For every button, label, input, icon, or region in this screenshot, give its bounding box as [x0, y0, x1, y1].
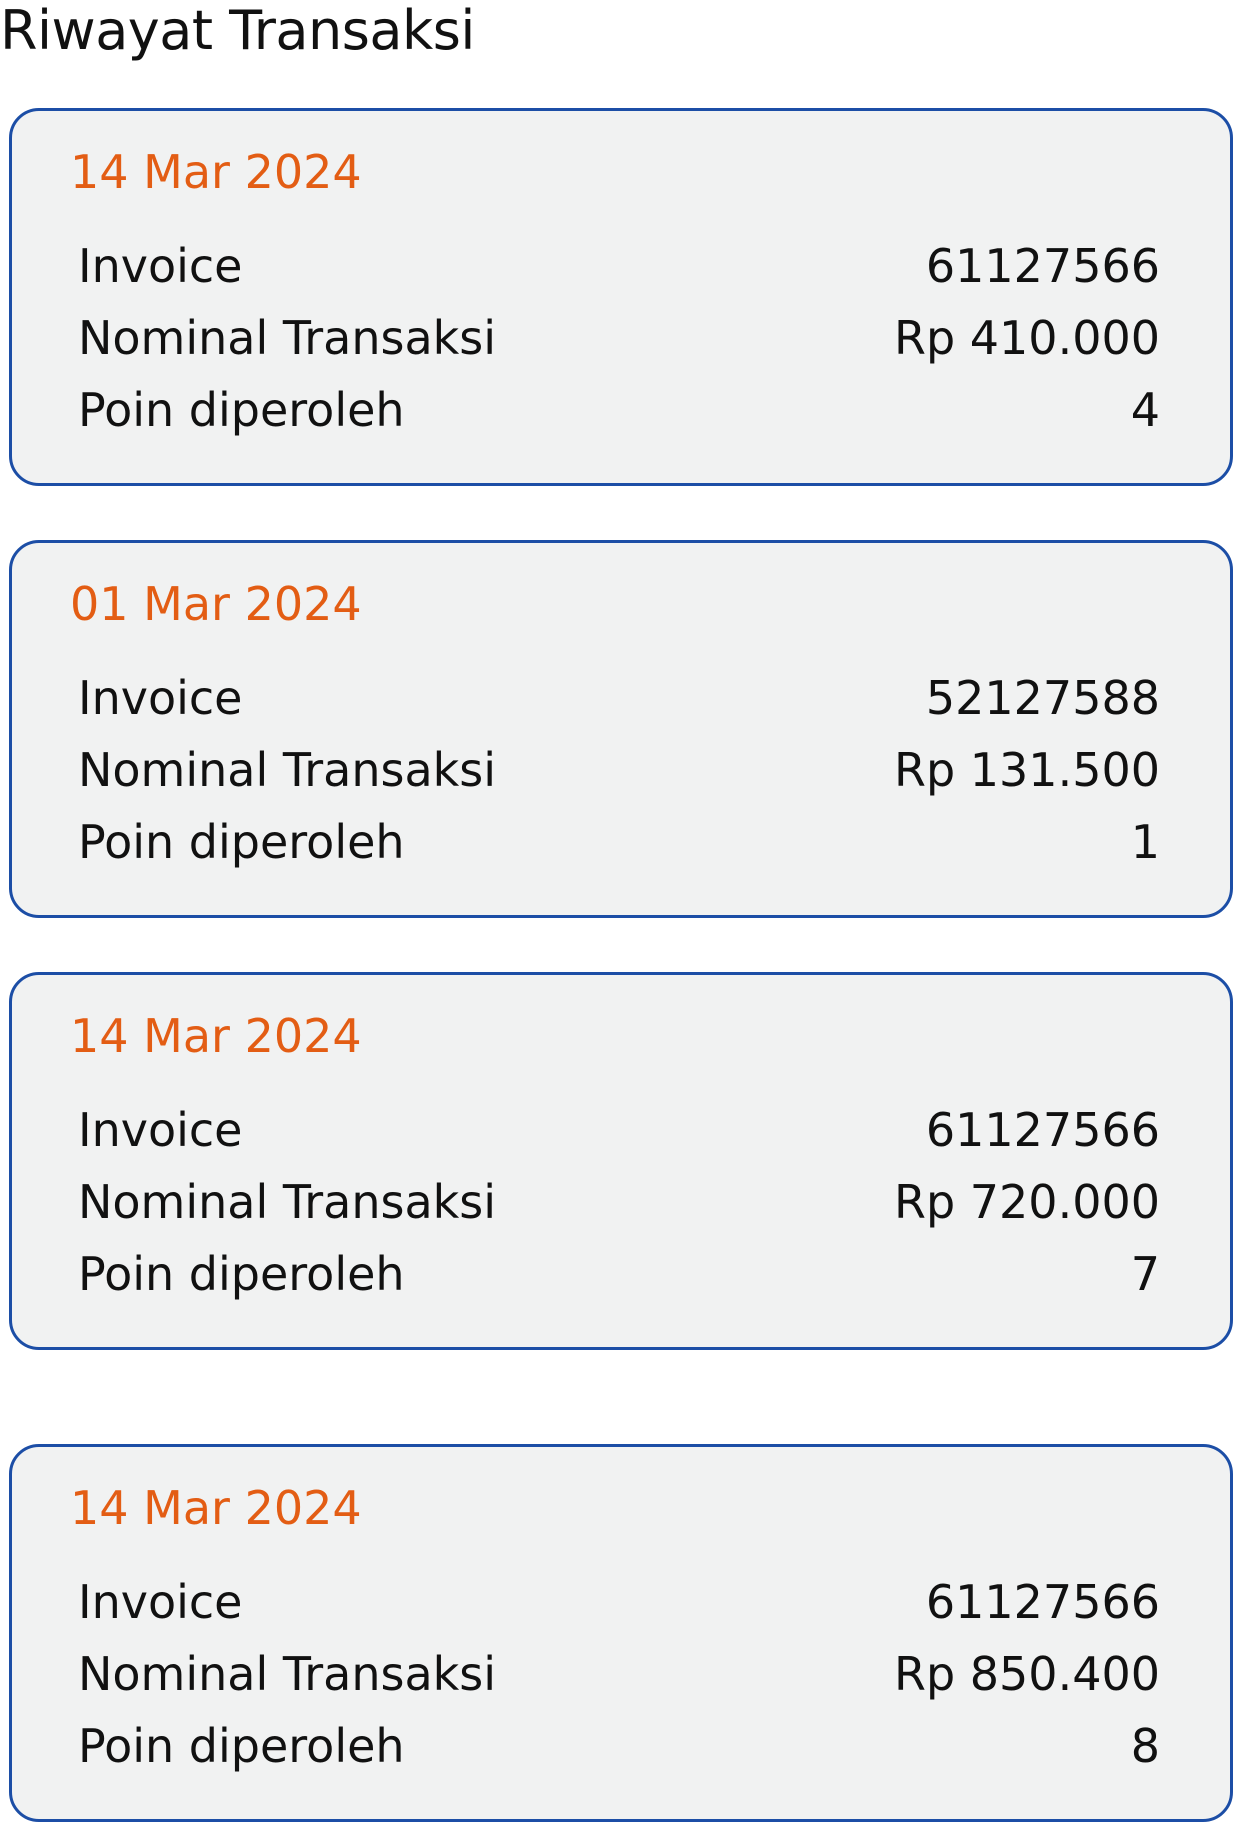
nominal-row: Nominal Transaksi Rp 720.000	[78, 1171, 1160, 1233]
transaction-card[interactable]: 14 Mar 2024 Invoice 61127566 Nominal Tra…	[9, 1444, 1233, 1822]
nominal-value: Rp 720.000	[893, 1175, 1160, 1229]
invoice-label: Invoice	[78, 671, 243, 725]
invoice-row: Invoice 61127566	[78, 1571, 1160, 1633]
points-label: Poin diperoleh	[78, 1247, 405, 1301]
transaction-card[interactable]: 14 Mar 2024 Invoice 61127566 Nominal Tra…	[9, 108, 1233, 486]
invoice-value: 61127566	[925, 1575, 1160, 1629]
page-title: Riwayat Transaksi	[0, 0, 475, 62]
invoice-label: Invoice	[78, 239, 243, 293]
nominal-label: Nominal Transaksi	[78, 743, 497, 797]
nominal-label: Nominal Transaksi	[78, 311, 497, 365]
transaction-card[interactable]: 01 Mar 2024 Invoice 52127588 Nominal Tra…	[9, 540, 1233, 918]
points-value: 7	[1130, 1247, 1160, 1301]
nominal-value: Rp 410.000	[893, 311, 1160, 365]
transaction-date: 01 Mar 2024	[70, 577, 362, 631]
invoice-value: 61127566	[925, 239, 1160, 293]
invoice-row: Invoice 61127566	[78, 235, 1160, 297]
nominal-row: Nominal Transaksi Rp 131.500	[78, 739, 1160, 801]
invoice-label: Invoice	[78, 1575, 243, 1629]
transaction-card[interactable]: 14 Mar 2024 Invoice 61127566 Nominal Tra…	[9, 972, 1233, 1350]
invoice-value: 61127566	[925, 1103, 1160, 1157]
nominal-value: Rp 131.500	[893, 743, 1160, 797]
nominal-label: Nominal Transaksi	[78, 1647, 497, 1701]
points-row: Poin diperoleh 1	[78, 811, 1160, 873]
points-row: Poin diperoleh 4	[78, 379, 1160, 441]
transaction-date: 14 Mar 2024	[70, 1009, 362, 1063]
invoice-row: Invoice 52127588	[78, 667, 1160, 729]
points-label: Poin diperoleh	[78, 1719, 405, 1773]
invoice-label: Invoice	[78, 1103, 243, 1157]
invoice-row: Invoice 61127566	[78, 1099, 1160, 1161]
points-label: Poin diperoleh	[78, 815, 405, 869]
invoice-value: 52127588	[925, 671, 1160, 725]
transaction-date: 14 Mar 2024	[70, 145, 362, 199]
nominal-row: Nominal Transaksi Rp 410.000	[78, 307, 1160, 369]
points-value: 4	[1130, 383, 1160, 437]
nominal-label: Nominal Transaksi	[78, 1175, 497, 1229]
points-row: Poin diperoleh 8	[78, 1715, 1160, 1777]
transaction-date: 14 Mar 2024	[70, 1481, 362, 1535]
points-value: 1	[1130, 815, 1160, 869]
points-value: 8	[1130, 1719, 1160, 1773]
points-row: Poin diperoleh 7	[78, 1243, 1160, 1305]
points-label: Poin diperoleh	[78, 383, 405, 437]
nominal-value: Rp 850.400	[893, 1647, 1160, 1701]
nominal-row: Nominal Transaksi Rp 850.400	[78, 1643, 1160, 1705]
